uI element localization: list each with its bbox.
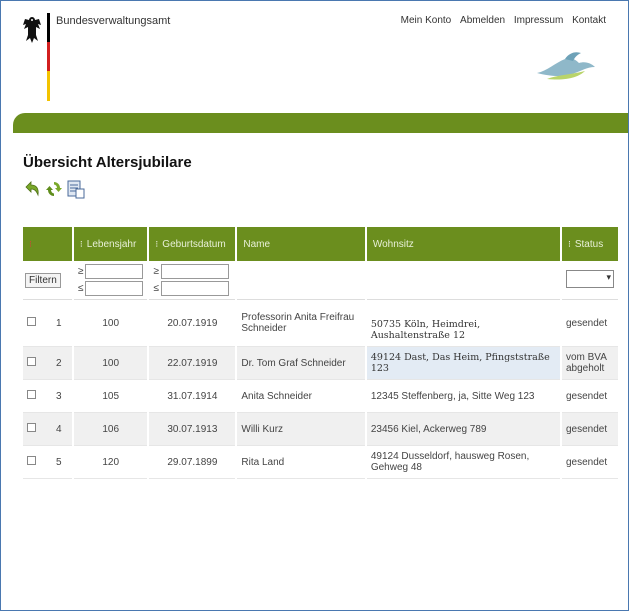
col-age[interactable]: ⁝ Lebensjahr [72, 227, 150, 261]
row-checkbox[interactable] [27, 317, 36, 326]
le-symbol: ≤ [77, 283, 84, 294]
jubilee-table: ⁝ ⁝ Lebensjahr ⁝ Geburtsdatum Name Wohnsit… [23, 227, 621, 479]
sort-icon: ⁝ [567, 238, 571, 249]
page-title: Übersicht Altersjubilare [23, 154, 192, 171]
flag-bar [47, 13, 50, 101]
table-row[interactable]: 5 120 29.07.1899 Rita Land 49124 Dusseld… [23, 445, 621, 479]
table-row[interactable]: 4 106 30.07.1913 Willi Kurz 23456 Kiel, … [23, 412, 621, 446]
sort-icon: ⁝ [155, 238, 159, 249]
nav-imprint[interactable]: Impressum [514, 15, 563, 26]
toolbar [23, 179, 85, 199]
table-row[interactable]: 1 100 20.07.1919 Professorin Anita Freif… [23, 299, 621, 347]
filter-row: Filtern ≥ ≤ ≥ ≤ [23, 261, 621, 300]
nav-my-account[interactable]: Mein Konto [401, 15, 452, 26]
green-banner [13, 113, 628, 133]
filter-button[interactable]: Filtern [25, 272, 61, 288]
nav-contact[interactable]: Kontakt [572, 15, 606, 26]
row-checkbox[interactable] [27, 456, 36, 465]
back-icon[interactable] [23, 179, 41, 199]
col-birthdate[interactable]: ⁝ Geburtsdatum [148, 227, 238, 261]
age-max-input[interactable] [85, 281, 144, 296]
bird-logo-icon [537, 52, 595, 80]
table-row[interactable]: 2 100 22.07.1919 Dr. Tom Graf Schneider … [23, 346, 621, 380]
agency-name: Bundesverwaltungsamt [56, 15, 171, 27]
birth-to-input[interactable] [160, 281, 229, 296]
refresh-icon[interactable] [45, 179, 63, 199]
ge-symbol: ≥ [153, 266, 159, 277]
birth-from-input[interactable] [160, 264, 229, 279]
col-address[interactable]: Wohnsitz [365, 227, 562, 261]
table-header: ⁝ ⁝ Lebensjahr ⁝ Geburtsdatum Name Wohnsit… [23, 227, 621, 261]
table-row[interactable]: 3 105 31.07.1914 Anita Schneider 12345 S… [23, 379, 621, 413]
federal-eagle-icon [23, 17, 41, 43]
sort-icon: ⁝ [29, 238, 32, 249]
sort-icon: ⁝ [79, 238, 83, 249]
col-status[interactable]: ⁝ Status [560, 227, 621, 261]
ge-symbol: ≥ [77, 266, 84, 277]
row-checkbox[interactable] [27, 423, 36, 432]
col-name[interactable]: Name [236, 227, 367, 261]
nav-logout[interactable]: Abmelden [460, 15, 505, 26]
col-select[interactable]: ⁝ [23, 227, 74, 261]
status-filter-select[interactable] [565, 269, 614, 288]
export-icon[interactable] [67, 179, 85, 199]
row-checkbox[interactable] [27, 390, 36, 399]
top-nav: Mein Konto Abmelden Impressum Kontakt [395, 15, 606, 26]
age-min-input[interactable] [85, 264, 144, 279]
app-window: Bundesverwaltungsamt Mein Konto Abmelden… [0, 0, 629, 611]
le-symbol: ≤ [153, 283, 159, 294]
row-checkbox[interactable] [27, 357, 36, 366]
